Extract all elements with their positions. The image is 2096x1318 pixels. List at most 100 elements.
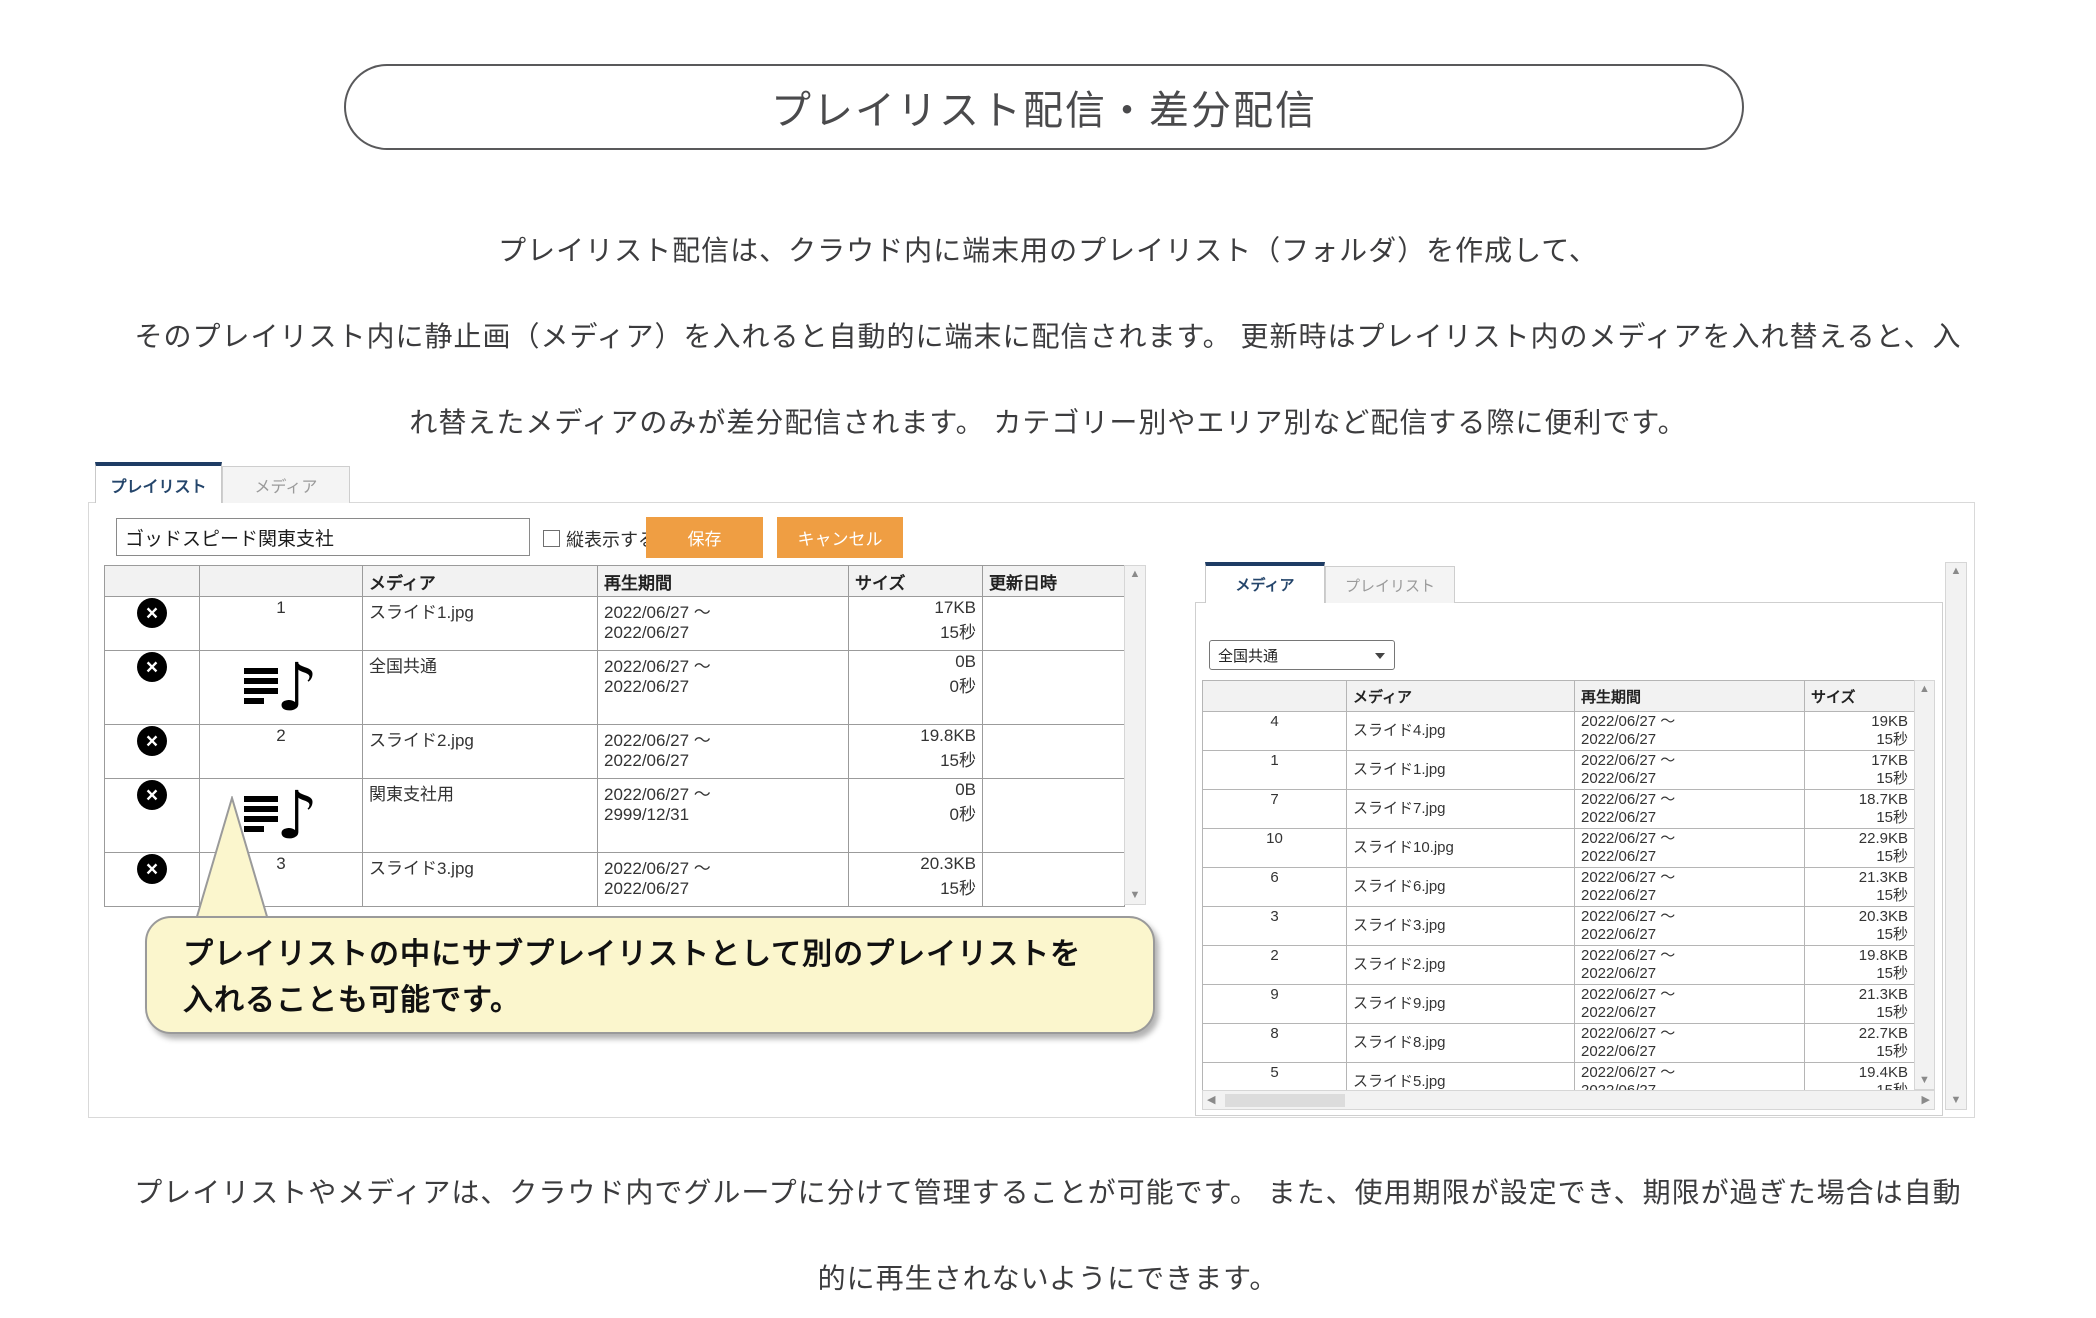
order-cell: 2 — [1203, 946, 1347, 985]
media-cell: スライド8.jpg — [1347, 1024, 1575, 1063]
size-cell: 19.8KB15秒 — [849, 725, 983, 779]
updated-cell — [983, 597, 1125, 651]
media-table-scrollbar[interactable]: ▲ ▼ — [1914, 680, 1935, 1090]
size-value: 22.7KB — [1811, 1025, 1908, 1043]
period-to: 2022/06/27 — [604, 751, 842, 771]
group-select[interactable]: 全国共通 — [1209, 640, 1395, 670]
playlist-table-scrollbar[interactable]: ▲ ▼ — [1124, 565, 1146, 905]
delete-icon[interactable]: × — [137, 726, 167, 756]
outro-paragraph: プレイリストやメディアは、クラウド内でグループに分けて管理することが可能です。 … — [0, 1150, 2096, 1318]
delete-icon[interactable]: × — [137, 598, 167, 628]
order-cell: 9 — [1203, 985, 1347, 1024]
size-cell: 20.3KB15秒 — [1805, 907, 1915, 946]
period-cell: 2022/06/27 ～2022/06/27 — [598, 853, 849, 907]
chevron-down-icon — [1375, 653, 1385, 659]
table-row: 10 スライド10.jpg 2022/06/27 ～2022/06/27 22.… — [1203, 829, 1915, 868]
delete-icon[interactable]: × — [137, 854, 167, 884]
order-cell: 1 — [200, 597, 363, 651]
duration-value: 0秒 — [855, 672, 976, 697]
size-cell: 21.3KB15秒 — [1805, 985, 1915, 1024]
order-cell: 6 — [1203, 868, 1347, 907]
vertical-display-label: 縦表示する — [566, 526, 656, 552]
tab-playlist-right[interactable]: プレイリスト — [1325, 566, 1455, 603]
page-title: プレイリスト配信・差分配信 — [344, 64, 1744, 150]
period-to: 2022/06/27 — [604, 623, 842, 643]
tab-playlist[interactable]: プレイリスト — [95, 462, 222, 503]
tab-media-right[interactable]: メディア — [1205, 562, 1325, 603]
size-value: 21.3KB — [1811, 869, 1908, 887]
period-cell: 2022/06/27 ～2022/06/27 — [1575, 1024, 1805, 1063]
period-from: 2022/06/27 ～ — [1581, 791, 1798, 809]
cancel-button[interactable]: キャンセル — [777, 517, 903, 558]
size-value: 19.8KB — [855, 726, 976, 746]
period-from: 2022/06/27 ～ — [1581, 947, 1798, 965]
order-cell: 4 — [1203, 712, 1347, 751]
period-cell: 2022/06/27 ～2022/06/27 — [598, 651, 849, 725]
period-from: 2022/06/27 ～ — [1581, 908, 1798, 926]
period-from: 2022/06/27 ～ — [604, 726, 842, 751]
period-to: 2022/06/27 — [1581, 809, 1798, 827]
intro-line: れ替えたメディアのみが差分配信されます。 カテゴリー別やエリア別など配信する際に… — [0, 380, 2096, 466]
scroll-up-icon[interactable]: ▲ — [1128, 566, 1143, 583]
scroll-left-icon[interactable]: ◀ — [1203, 1093, 1219, 1108]
delete-cell: × — [105, 651, 200, 725]
period-cell: 2022/06/27 ～2022/06/27 — [1575, 985, 1805, 1024]
header-size: サイズ — [849, 566, 983, 597]
table-row: 3 スライド3.jpg 2022/06/27 ～2022/06/27 20.3K… — [1203, 907, 1915, 946]
save-button[interactable]: 保存 — [646, 517, 763, 558]
playlist-name-input[interactable] — [116, 518, 530, 556]
table-row: 7 スライド7.jpg 2022/06/27 ～2022/06/27 18.7K… — [1203, 790, 1915, 829]
period-to: 2022/06/27 — [604, 677, 842, 697]
media-cell: スライド1.jpg — [363, 597, 598, 651]
scroll-up-icon[interactable]: ▲ — [1949, 563, 1964, 580]
media-cell: スライド9.jpg — [1347, 985, 1575, 1024]
duration-value: 15秒 — [1811, 809, 1908, 827]
header-order — [1203, 681, 1347, 712]
size-cell: 22.7KB15秒 — [1805, 1024, 1915, 1063]
scrollbar-thumb[interactable] — [1225, 1094, 1345, 1107]
period-from: 2022/06/27 ～ — [604, 652, 842, 677]
size-value: 21.3KB — [1811, 986, 1908, 1004]
duration-value: 15秒 — [1811, 926, 1908, 944]
scroll-down-icon[interactable]: ▼ — [1128, 887, 1143, 904]
scroll-right-icon[interactable]: ▶ — [1918, 1093, 1934, 1108]
duration-value: 15秒 — [855, 874, 976, 899]
media-cell: スライド3.jpg — [1347, 907, 1575, 946]
scroll-down-icon[interactable]: ▼ — [1949, 1092, 1964, 1109]
table-row: 8 スライド8.jpg 2022/06/27 ～2022/06/27 22.7K… — [1203, 1024, 1915, 1063]
delete-icon[interactable]: × — [137, 652, 167, 682]
period-from: 2022/06/27 ～ — [1581, 713, 1798, 731]
group-select-value: 全国共通 — [1218, 645, 1278, 666]
delete-icon[interactable]: × — [137, 780, 167, 810]
outro-line: プレイリストやメディアは、クラウド内でグループに分けて管理することが可能です。 … — [0, 1150, 2096, 1236]
order-cell: 1 — [1203, 751, 1347, 790]
header-media: メディア — [1347, 681, 1575, 712]
media-table-hscrollbar[interactable]: ◀ ▶ — [1202, 1090, 1935, 1110]
size-cell: 17KB15秒 — [849, 597, 983, 651]
media-cell: スライド4.jpg — [1347, 712, 1575, 751]
media-table: メディア 再生期間 サイズ 4 スライド4.jpg 2022/06/27 ～20… — [1202, 680, 1915, 1102]
size-value: 20.3KB — [855, 854, 976, 874]
tab-media[interactable]: メディア — [222, 466, 350, 503]
duration-value: 15秒 — [855, 746, 976, 771]
tab-label: プレイリスト — [110, 473, 206, 497]
music-note-icon: ♪ — [276, 660, 318, 716]
vertical-display-checkbox[interactable] — [543, 530, 560, 547]
scroll-up-icon[interactable]: ▲ — [1917, 681, 1932, 698]
size-cell: 18.7KB15秒 — [1805, 790, 1915, 829]
header-period: 再生期間 — [598, 566, 849, 597]
table-row: 2 スライド2.jpg 2022/06/27 ～2022/06/27 19.8K… — [1203, 946, 1915, 985]
intro-line: そのプレイリスト内に静止画（メディア）を入れると自動的に端末に配信されます。 更… — [0, 294, 2096, 380]
size-value: 22.9KB — [1811, 830, 1908, 848]
period-from: 2022/06/27 ～ — [1581, 986, 1798, 1004]
header-updated: 更新日時 — [983, 566, 1125, 597]
order-cell: ♪ — [200, 651, 363, 725]
updated-cell — [983, 779, 1125, 853]
period-from: 2022/06/27 ～ — [604, 854, 842, 879]
period-cell: 2022/06/27 ～2022/06/27 — [1575, 790, 1805, 829]
period-to: 2022/06/27 — [1581, 731, 1798, 749]
callout-balloon: プレイリストの中にサブプレイリストとして別のプレイリストを 入れることも可能です… — [145, 916, 1155, 1034]
container-scrollbar[interactable]: ▲ ▼ — [1945, 562, 1967, 1110]
scroll-down-icon[interactable]: ▼ — [1917, 1072, 1932, 1089]
period-to: 2022/06/27 — [1581, 1043, 1798, 1061]
